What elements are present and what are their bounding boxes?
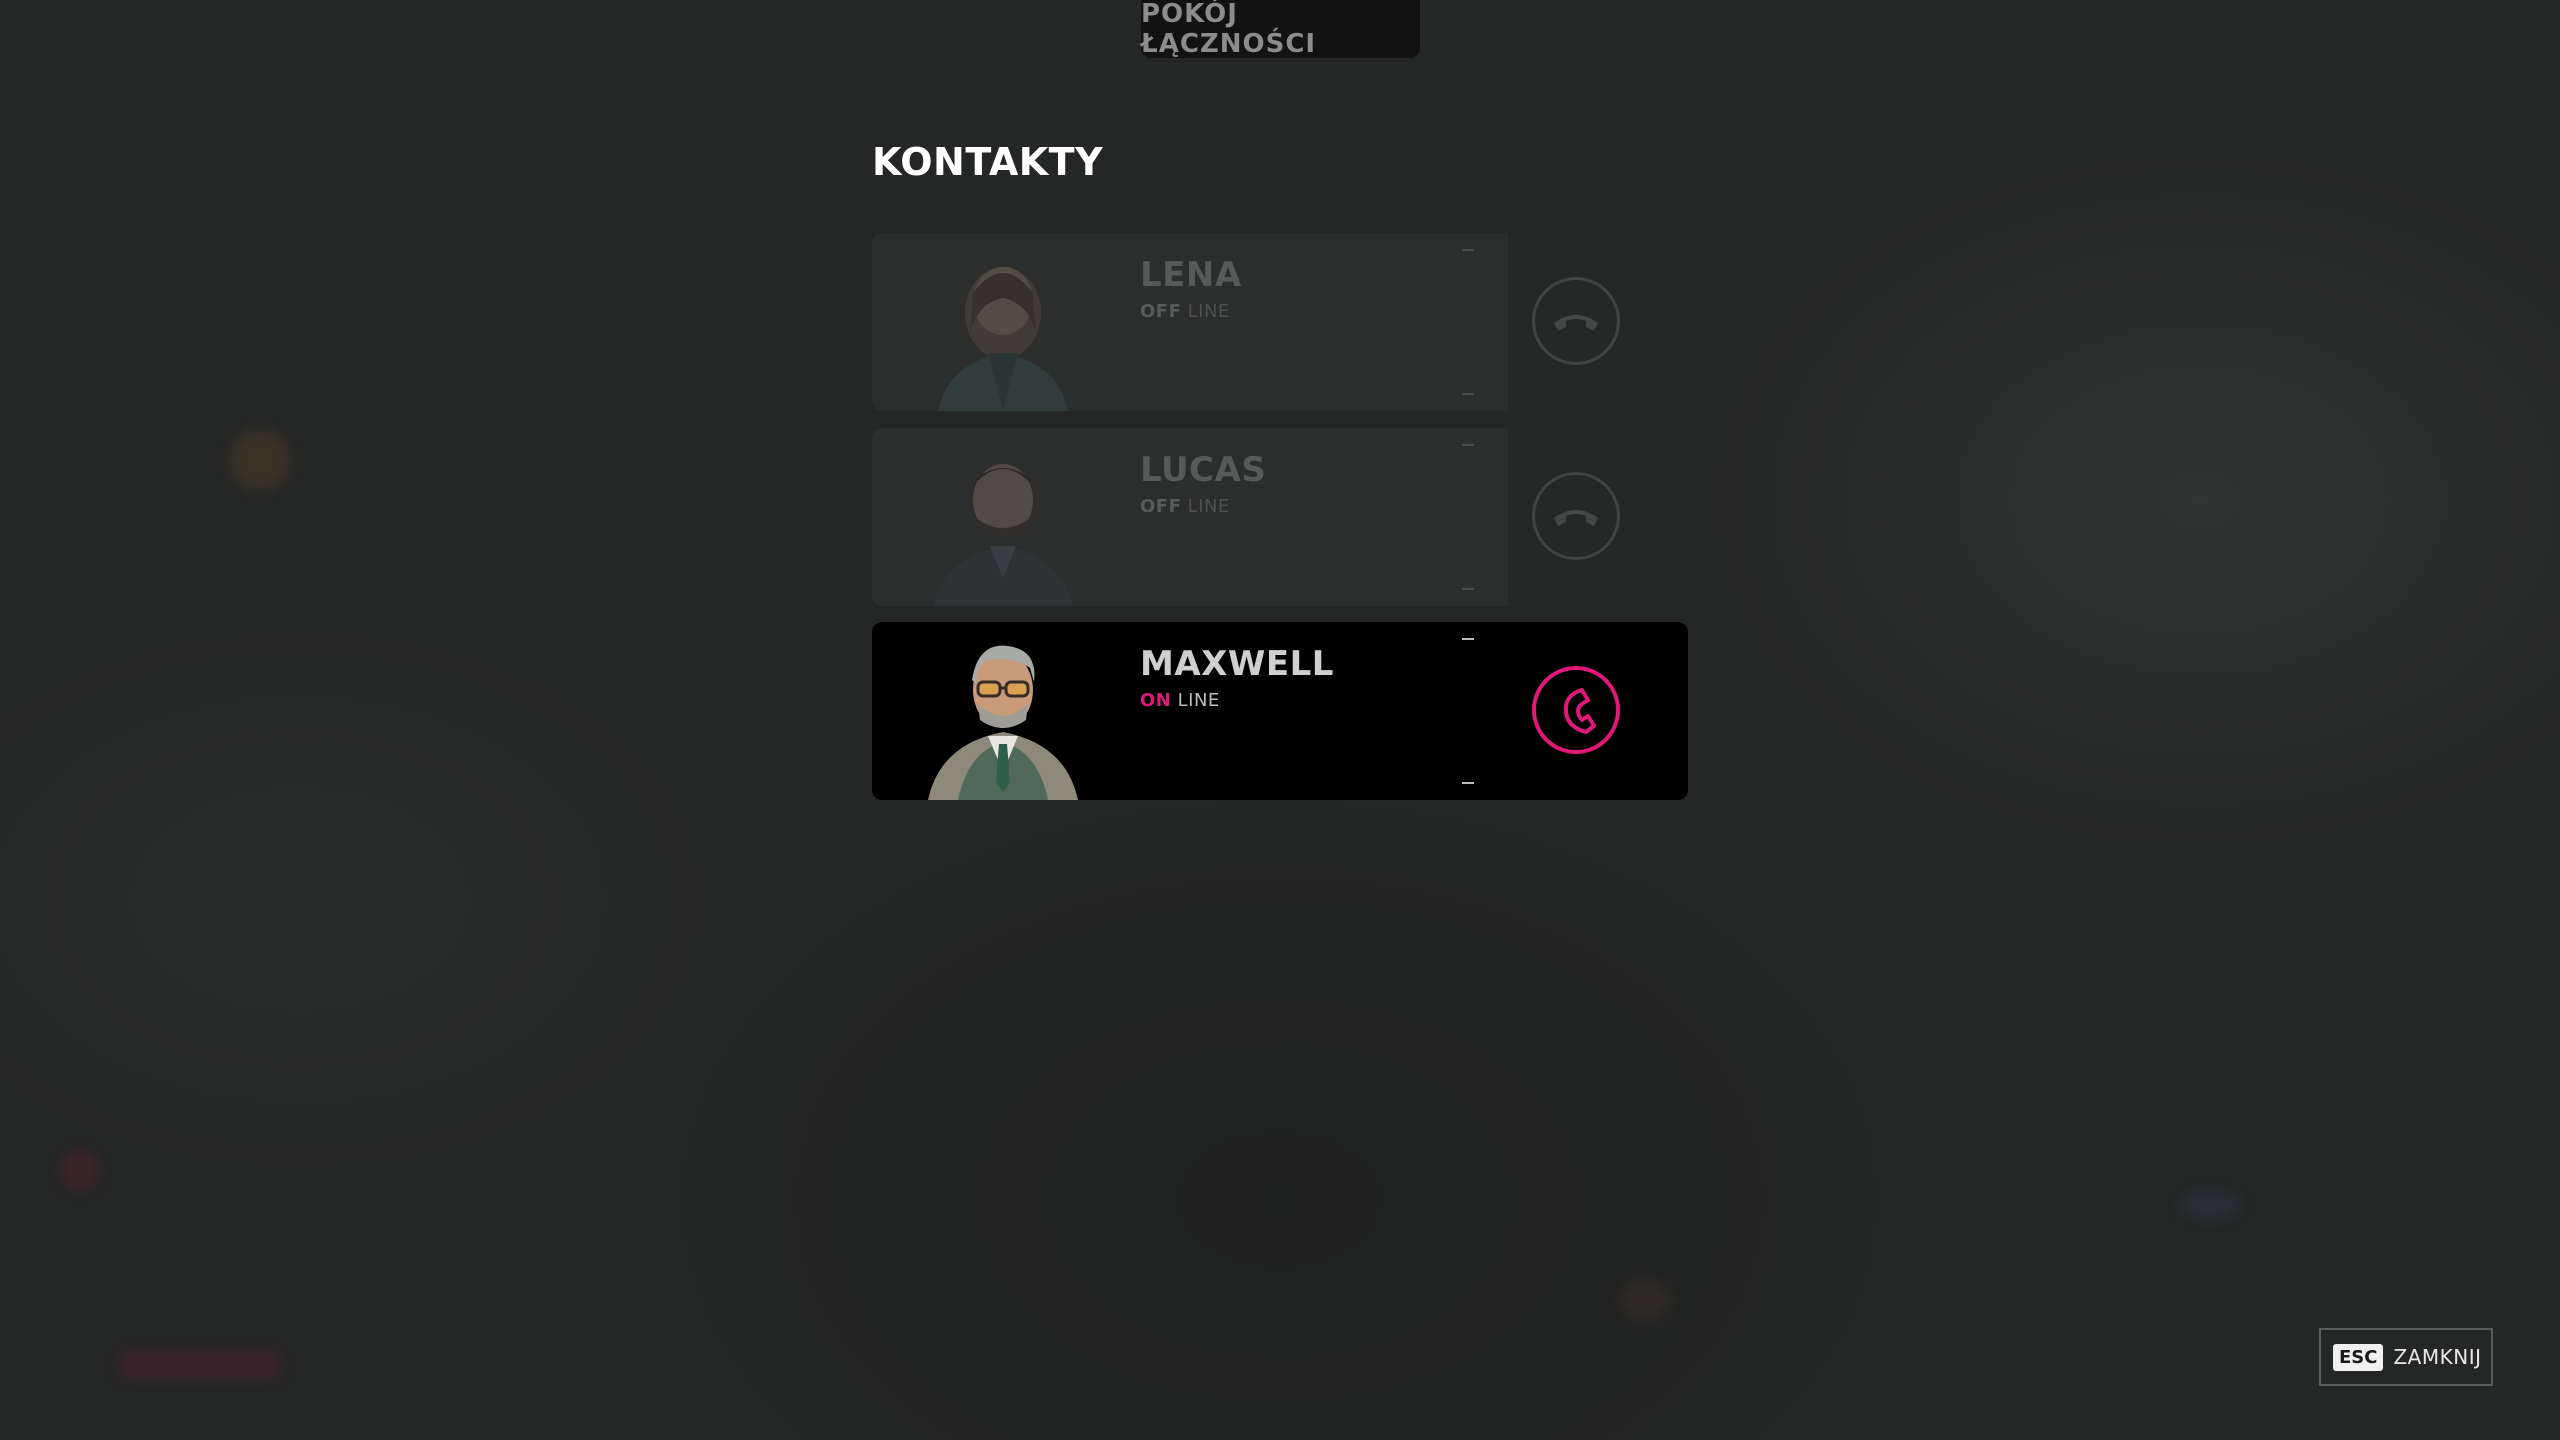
contact-name: LENA <box>1140 255 1242 295</box>
page-title: KONTAKTY <box>872 140 1104 184</box>
close-label: ZAMKNIJ <box>2393 1345 2482 1369</box>
call-button[interactable] <box>1532 472 1620 560</box>
top-tab-label: POKÓJ ŁĄCZNOŚCI <box>1141 0 1317 59</box>
tick-mark <box>1462 393 1474 395</box>
top-tab-communication-room: POKÓJ ŁĄCZNOŚCI <box>1141 0 1420 59</box>
hang-up-icon <box>1554 315 1598 331</box>
contact-portrait <box>933 464 1073 606</box>
contact-status: OFF LINE <box>1140 301 1230 322</box>
background-glow <box>60 1150 100 1190</box>
contact-status: ON LINE <box>1140 690 1220 711</box>
tick-mark <box>1462 588 1474 590</box>
status-state: ON <box>1140 690 1172 711</box>
hang-up-icon <box>1554 510 1598 526</box>
background-glow <box>2180 1190 2240 1220</box>
tick-mark <box>1462 249 1474 251</box>
contact-status: OFF LINE <box>1140 496 1230 517</box>
contact-card-maxwell[interactable]: MAXWELL ON LINE <box>872 622 1688 800</box>
close-button[interactable]: ESC ZAMKNIJ <box>2319 1328 2493 1386</box>
background-glow <box>1620 1280 1670 1320</box>
status-state: OFF <box>1140 301 1182 322</box>
call-button[interactable] <box>1532 666 1620 754</box>
tick-mark <box>1462 638 1474 640</box>
contact-name: LUCAS <box>1140 450 1267 490</box>
contact-portrait <box>938 267 1068 411</box>
call-button[interactable] <box>1532 277 1620 365</box>
background-glow <box>120 1350 280 1380</box>
contact-portrait <box>928 645 1078 800</box>
tick-mark <box>1462 444 1474 446</box>
tick-mark <box>1462 782 1474 784</box>
status-state: OFF <box>1140 496 1182 517</box>
background-glow <box>230 430 290 490</box>
status-suffix: LINE <box>1187 496 1230 517</box>
esc-key-badge: ESC <box>2333 1343 2384 1371</box>
contact-name: MAXWELL <box>1140 644 1334 684</box>
phone-icon <box>1563 688 1596 734</box>
status-suffix: LINE <box>1177 690 1220 711</box>
contact-card-lucas: LUCAS OFF LINE <box>872 428 1688 606</box>
contact-card-lena: LENA OFF LINE <box>872 233 1688 411</box>
status-suffix: LINE <box>1187 301 1230 322</box>
